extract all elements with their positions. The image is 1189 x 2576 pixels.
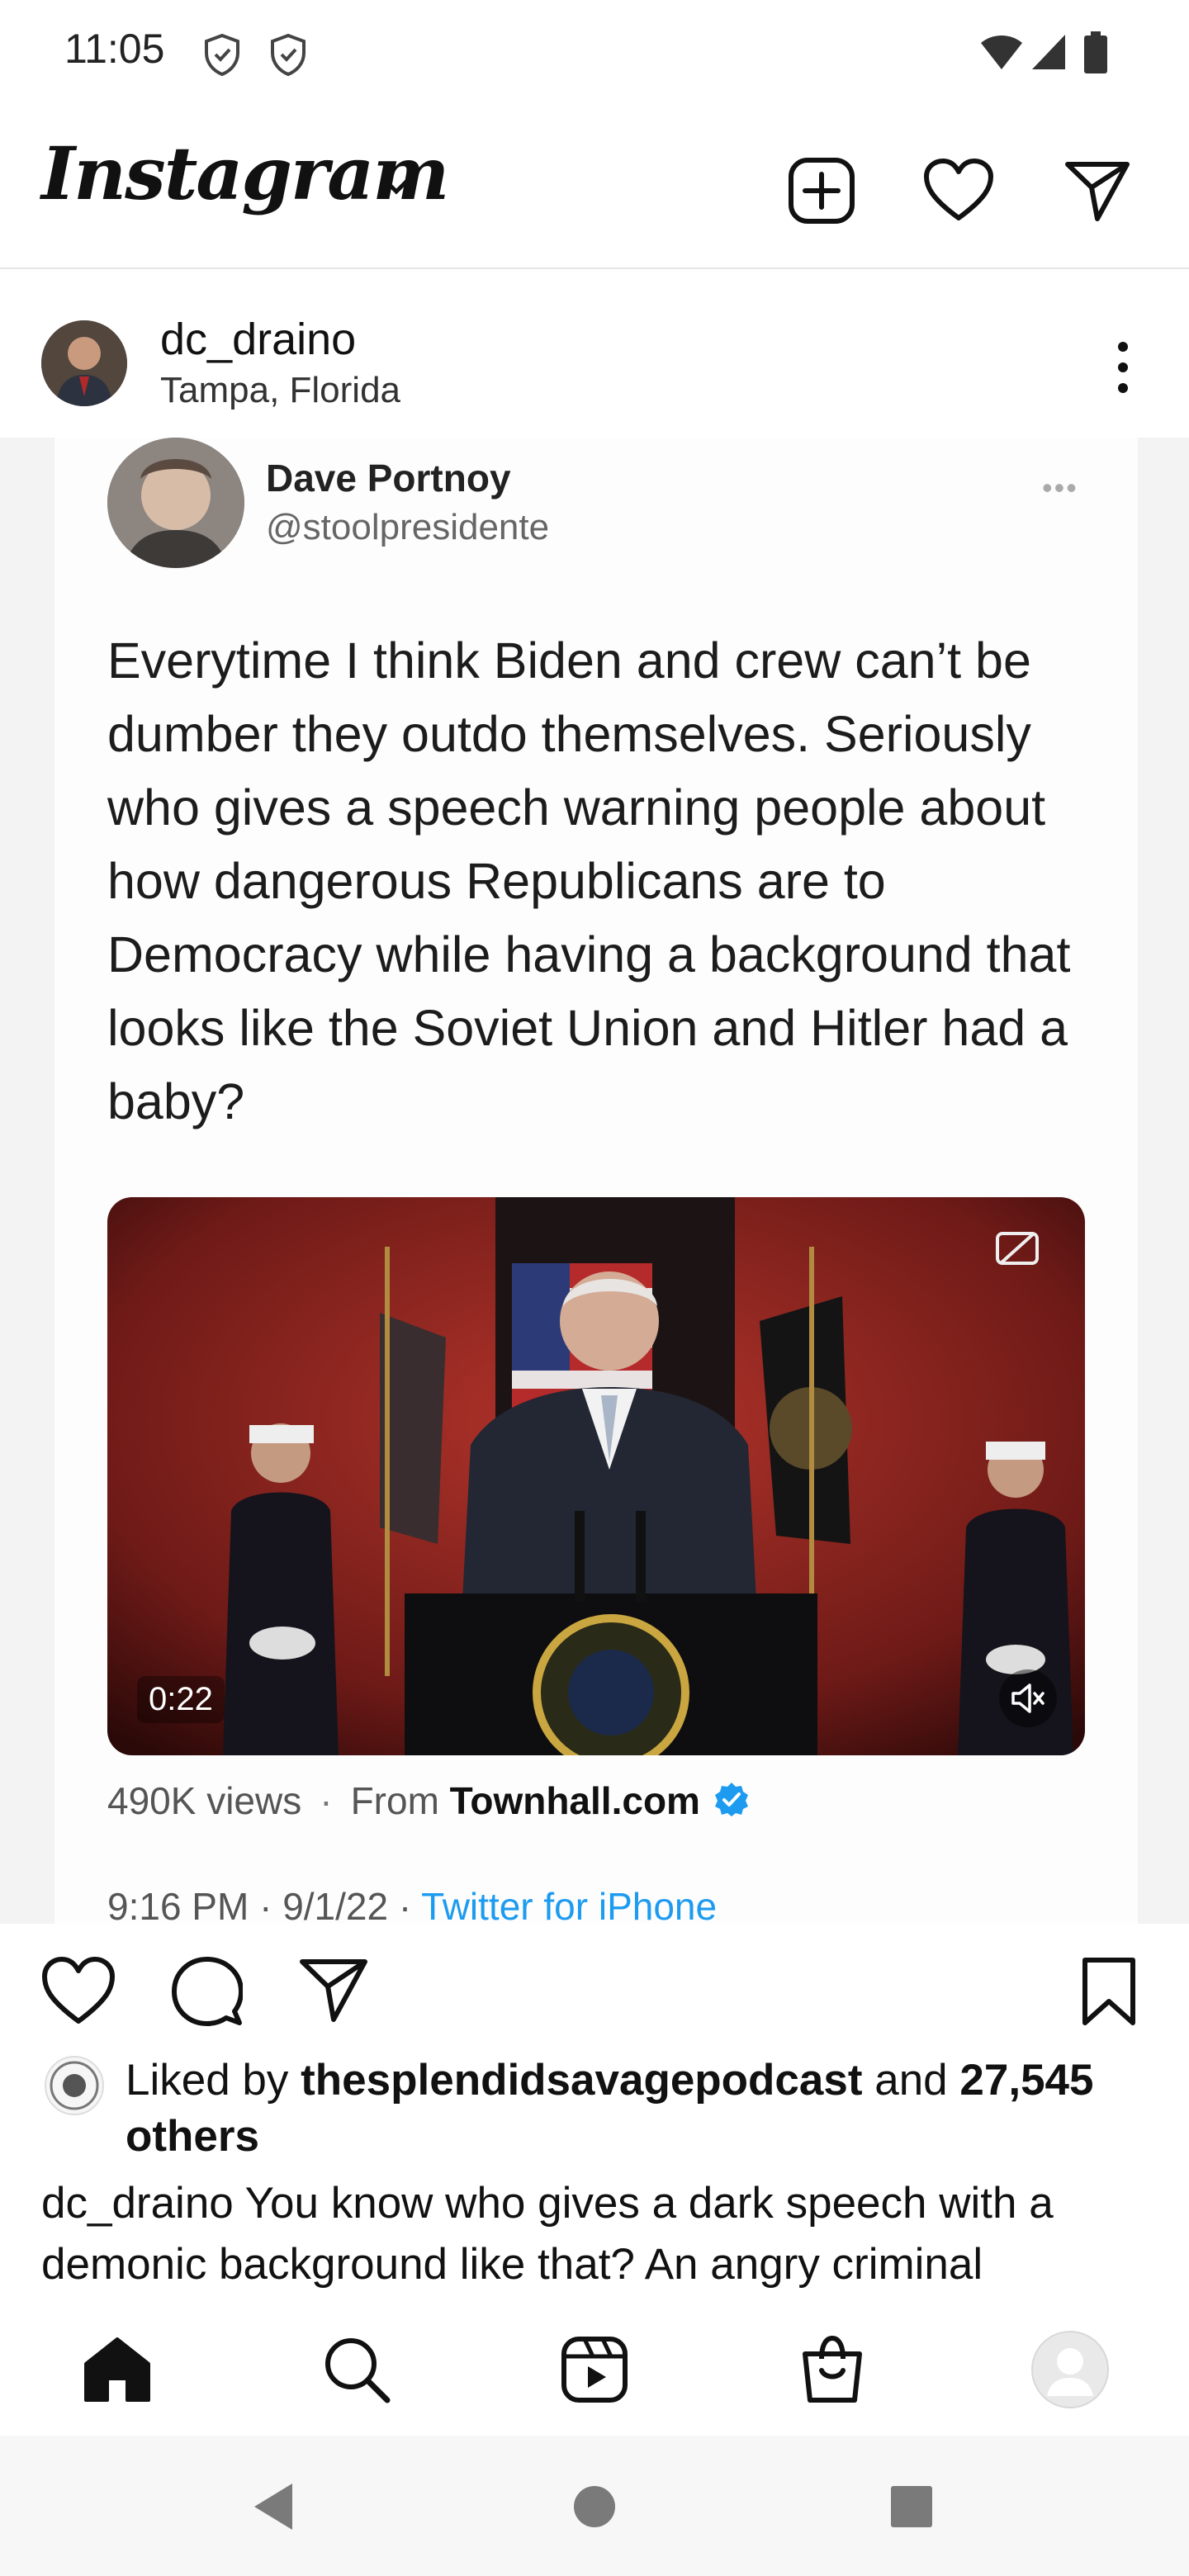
likes-prefix: Liked by bbox=[126, 2056, 289, 2105]
profile-icon bbox=[1031, 2331, 1109, 2408]
shop-icon bbox=[803, 2335, 862, 2403]
nav-home[interactable] bbox=[76, 2328, 159, 2411]
post-author-avatar[interactable] bbox=[41, 320, 127, 406]
shield-icon bbox=[201, 33, 243, 76]
nav-profile[interactable] bbox=[1029, 2328, 1111, 2411]
tweet-client: Twitter for iPhone bbox=[421, 1885, 718, 1924]
like-button[interactable] bbox=[41, 1957, 116, 2031]
liker-username[interactable]: thesplendidsavagepodcast bbox=[301, 2056, 862, 2105]
save-button[interactable] bbox=[1080, 1957, 1154, 2031]
verified-badge-icon bbox=[713, 1781, 750, 1817]
tweet-views-row: 490K views · From Townhall.com bbox=[107, 1778, 750, 1823]
tweet-author-handle: @stoolpresidente bbox=[266, 507, 550, 547]
bookmark-icon bbox=[1082, 1958, 1135, 2025]
captions-icon bbox=[994, 1230, 1040, 1267]
battery-icon bbox=[1083, 31, 1108, 74]
post-username[interactable]: dc_draino bbox=[160, 314, 356, 365]
likes-summary[interactable]: Liked by thesplendidsavagepodcast and 27… bbox=[126, 2053, 1166, 2165]
direct-message-icon bbox=[1065, 162, 1130, 221]
activity-button[interactable] bbox=[921, 154, 996, 228]
search-icon bbox=[325, 2338, 391, 2403]
new-post-icon bbox=[789, 158, 855, 224]
comment-icon bbox=[172, 1957, 243, 2026]
tweet-text: Everytime I think Biden and crew can’t b… bbox=[107, 632, 1071, 1129]
signal-icon bbox=[1030, 33, 1067, 71]
heart-icon bbox=[42, 1957, 115, 2024]
tweet-author-name: Dave Portnoy bbox=[266, 457, 511, 500]
status-time: 11:05 bbox=[64, 26, 165, 72]
shield-icon bbox=[268, 33, 309, 76]
separator: · bbox=[320, 1779, 333, 1822]
likes-count[interactable]: 27,545 bbox=[959, 2056, 1093, 2105]
post-location[interactable]: Tampa, Florida bbox=[160, 370, 400, 411]
tweet-video: 0:22 bbox=[107, 1197, 1085, 1755]
wifi-icon bbox=[979, 33, 1024, 71]
share-button[interactable] bbox=[299, 1957, 373, 2031]
nav-reels[interactable] bbox=[553, 2328, 636, 2411]
new-post-button[interactable] bbox=[784, 154, 859, 228]
from-label: From bbox=[350, 1779, 439, 1822]
post-caption[interactable]: dc_draino You know who gives a dark spee… bbox=[41, 2173, 1164, 2295]
home-circle-icon[interactable] bbox=[573, 2485, 616, 2528]
tweet-source: Townhall.com bbox=[449, 1779, 700, 1822]
chevron-down-icon[interactable] bbox=[380, 175, 413, 198]
comment-button[interactable] bbox=[172, 1957, 246, 2031]
nav-shop[interactable] bbox=[791, 2328, 874, 2411]
header-divider bbox=[0, 268, 1189, 269]
home-icon bbox=[84, 2337, 150, 2402]
likes-suffix[interactable]: others bbox=[126, 2112, 259, 2161]
more-options-icon[interactable] bbox=[1106, 339, 1139, 396]
direct-message-button[interactable] bbox=[1060, 154, 1135, 228]
share-icon bbox=[300, 1959, 367, 2022]
reels-icon bbox=[561, 2337, 628, 2403]
tweet-more-icon: ••• bbox=[1042, 471, 1078, 504]
tweet-views: 490K views bbox=[107, 1779, 302, 1822]
tweet-meta-row: 9:16 PM · 9/1/22 · Twitter for iPhone bbox=[107, 1884, 717, 1924]
video-duration: 0:22 bbox=[137, 1676, 225, 1723]
nav-search[interactable] bbox=[315, 2328, 398, 2411]
recents-icon[interactable] bbox=[890, 2485, 933, 2528]
heart-icon bbox=[924, 159, 993, 220]
tweet-timestamp: 9:16 PM · 9/1/22 · bbox=[107, 1885, 412, 1924]
post-image[interactable]: Dave Portnoy @stoolpresidente ••• Everyt… bbox=[0, 438, 1189, 1924]
liker-avatar[interactable] bbox=[45, 2056, 104, 2115]
tweet-author-avatar bbox=[107, 438, 244, 568]
mute-icon bbox=[999, 1669, 1057, 1727]
back-icon[interactable] bbox=[251, 2482, 294, 2531]
instagram-logo[interactable]: Instagram bbox=[41, 130, 449, 216]
caption-username[interactable]: dc_draino bbox=[41, 2179, 234, 2228]
likes-middle: and bbox=[874, 2056, 948, 2105]
